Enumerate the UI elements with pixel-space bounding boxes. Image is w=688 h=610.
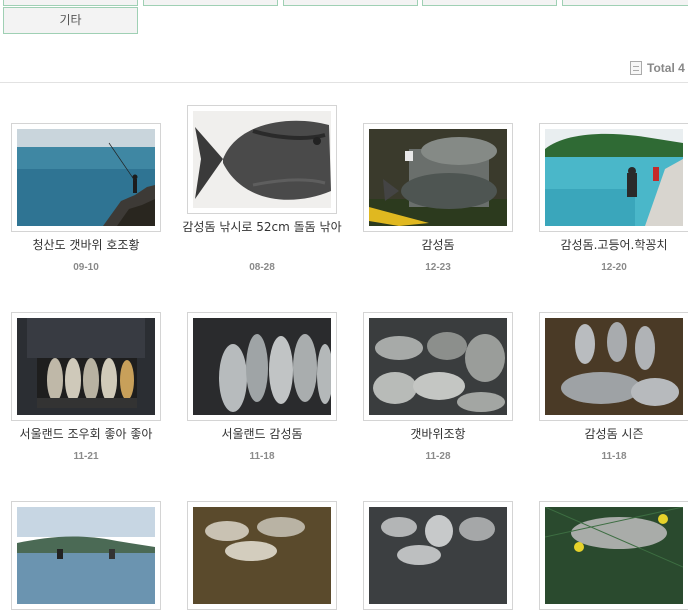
gallery-item[interactable]: 감성돔 낚시로 52cm 돌돔 낚아 08-28: [182, 105, 342, 273]
thumbnail-image[interactable]: [369, 318, 507, 415]
gallery-item[interactable]: 감성돔 12-23: [363, 123, 513, 273]
item-date: 09-10: [73, 262, 99, 273]
total-label: Total 4: [647, 61, 685, 75]
gallery-item[interactable]: 서울랜드 감성돔 11-18: [187, 312, 337, 462]
document-icon: [630, 61, 642, 75]
total-count: Total 4: [630, 58, 688, 78]
thumbnail-frame[interactable]: [539, 312, 688, 421]
item-date: 12-20: [601, 262, 627, 273]
thumbnail-frame[interactable]: [363, 501, 513, 610]
thumbnail-image[interactable]: [193, 507, 331, 604]
gallery-item[interactable]: [187, 501, 337, 610]
thumbnail-image[interactable]: [193, 318, 331, 415]
thumbnail-image[interactable]: [369, 507, 507, 604]
thumbnail-frame[interactable]: [187, 501, 337, 610]
gallery-item[interactable]: 갯바위조항 11-28: [363, 312, 513, 462]
thumbnail-image[interactable]: [17, 318, 155, 415]
category-button[interactable]: [562, 0, 688, 6]
thumbnail-frame[interactable]: [363, 123, 513, 232]
item-title[interactable]: 서울랜드 조우회 좋아 좋아: [1, 426, 171, 443]
divider: [0, 82, 688, 83]
thumbnail-frame[interactable]: [539, 123, 688, 232]
thumbnail-image[interactable]: [17, 507, 155, 604]
category-button[interactable]: [422, 0, 557, 6]
item-date: 08-28: [249, 262, 275, 273]
gallery-item[interactable]: 감성돔.고등어.학꽁치 12-20: [539, 123, 688, 273]
thumbnail-image[interactable]: [545, 318, 683, 415]
gallery-item[interactable]: [11, 501, 161, 610]
item-date: 11-18: [601, 451, 627, 462]
item-title[interactable]: 감성돔 낚시로 52cm 돌돔 낚아: [177, 219, 347, 236]
item-title[interactable]: 감성돔.고등어.학꽁치: [529, 237, 688, 254]
thumbnail-frame[interactable]: [539, 501, 688, 610]
category-button[interactable]: [3, 0, 138, 6]
thumbnail-frame[interactable]: [187, 105, 337, 214]
thumbnail-frame[interactable]: [187, 312, 337, 421]
gallery-item[interactable]: 감성돔 시즌 11-18: [539, 312, 688, 462]
thumbnail-frame[interactable]: [11, 312, 161, 421]
item-date: 11-28: [425, 451, 451, 462]
gallery-item[interactable]: 서울랜드 조우회 좋아 좋아 11-21: [11, 312, 161, 462]
item-title[interactable]: 서울랜드 감성돔: [177, 426, 347, 443]
gallery-item[interactable]: [363, 501, 513, 610]
thumbnail-image[interactable]: [17, 129, 155, 226]
thumbnail-image[interactable]: [369, 129, 507, 226]
thumbnail-frame[interactable]: [363, 312, 513, 421]
item-title[interactable]: 감성돔: [353, 237, 523, 254]
gallery-item[interactable]: [539, 501, 688, 610]
item-title[interactable]: 감성돔 시즌: [529, 426, 688, 443]
thumbnail-image[interactable]: [193, 111, 331, 208]
thumbnail-image[interactable]: [545, 507, 683, 604]
thumbnail-image[interactable]: [545, 129, 683, 226]
thumbnail-frame[interactable]: [11, 501, 161, 610]
category-button[interactable]: [283, 0, 418, 6]
category-button[interactable]: [143, 0, 278, 6]
item-date: 12-23: [425, 262, 451, 273]
item-title[interactable]: 갯바위조항: [353, 426, 523, 443]
item-title[interactable]: 청산도 갯바위 호조황: [1, 237, 171, 254]
item-date: 11-21: [73, 451, 99, 462]
category-other-button[interactable]: 기타: [3, 7, 138, 34]
thumbnail-frame[interactable]: [11, 123, 161, 232]
gallery-item[interactable]: 청산도 갯바위 호조황 09-10: [11, 123, 161, 273]
item-date: 11-18: [249, 451, 275, 462]
